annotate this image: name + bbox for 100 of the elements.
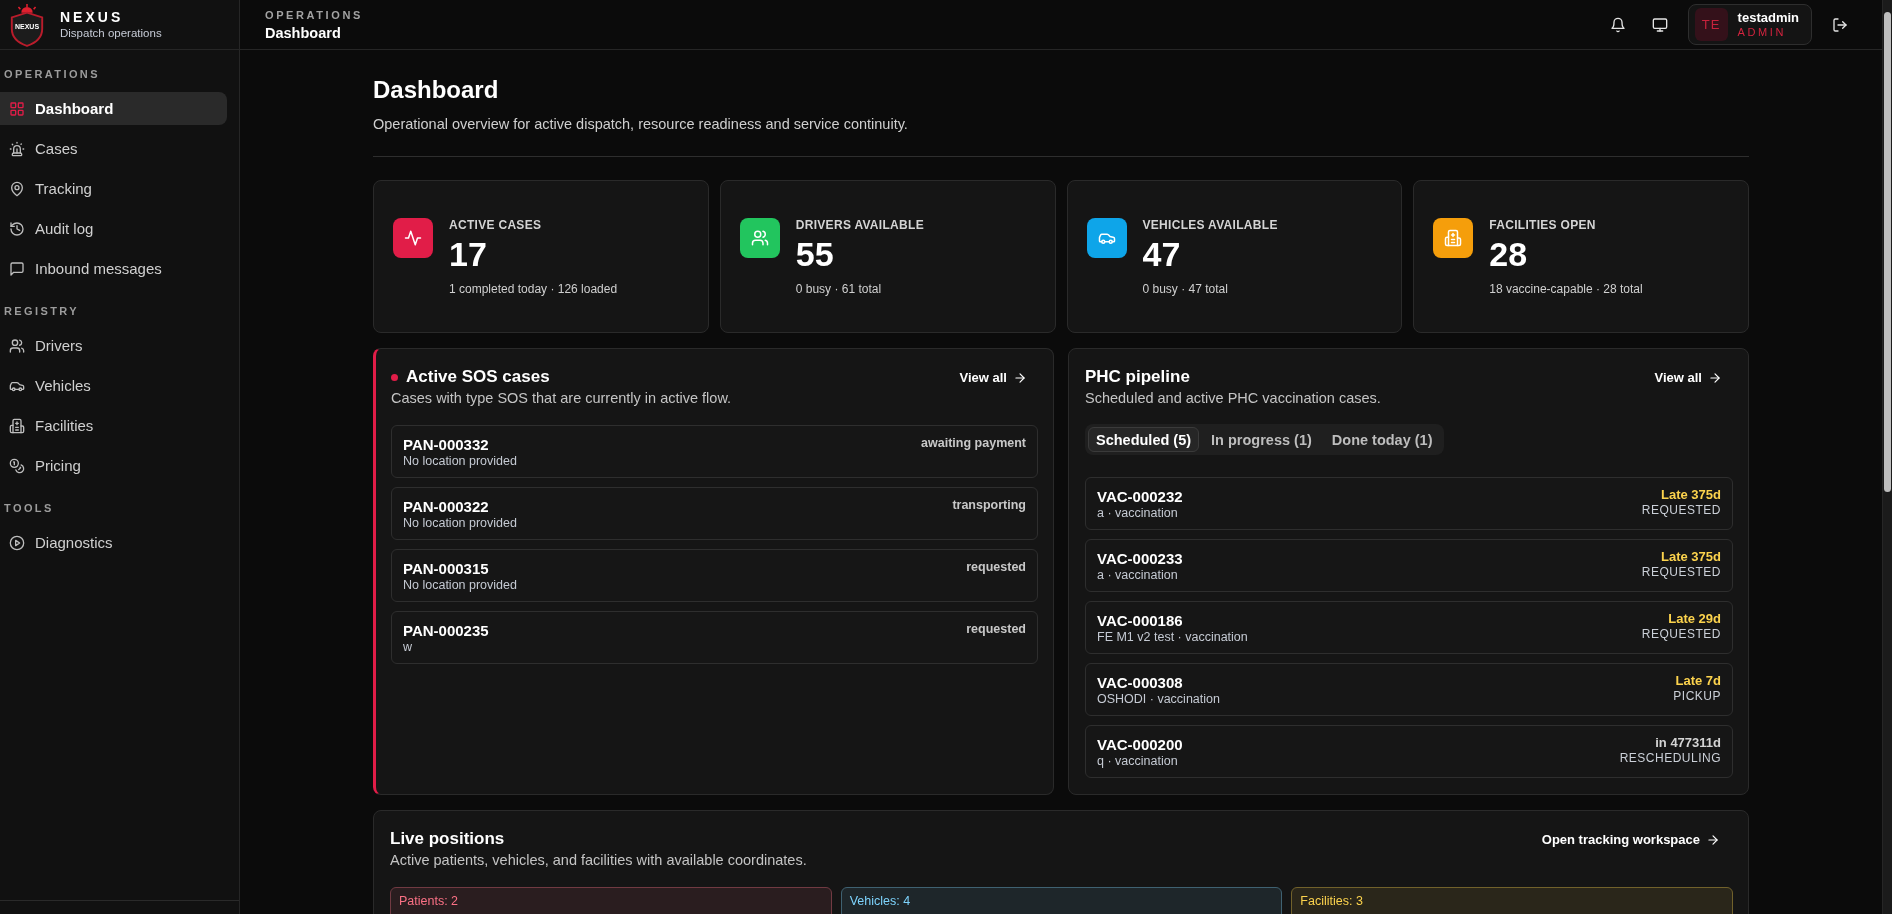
users-icon xyxy=(9,337,25,354)
case-status: requested xyxy=(966,559,1026,575)
case-id: PAN-000332 xyxy=(403,435,490,454)
case-location: No location provided xyxy=(403,516,517,531)
case-row[interactable]: PAN-000315 No location provided requested xyxy=(391,549,1038,602)
case-row[interactable]: PAN-000332 No location provided awaiting payment xyxy=(391,425,1038,478)
pipeline-tab[interactable]: Done today (1) xyxy=(1323,427,1441,452)
case-row[interactable]: PAN-000235 w requested xyxy=(391,611,1038,664)
panel-title: Live positions xyxy=(390,829,506,849)
pipeline-tab[interactable]: Scheduled (5) xyxy=(1088,427,1200,452)
siren-icon xyxy=(9,140,25,157)
pipeline-tab[interactable]: In progress (1) xyxy=(1203,427,1320,452)
sidebar-item[interactable]: Dashboard xyxy=(0,92,227,125)
vaccination-case-row[interactable]: VAC-000232 a · vaccination Late 375d REQUESTED xyxy=(1085,477,1733,530)
case-status: PICKUP xyxy=(1673,689,1721,704)
vaccination-case-row[interactable]: VAC-000186 FE M1 v2 test · vaccination Late 29d REQUESTED xyxy=(1085,601,1733,654)
case-id: PAN-000315 xyxy=(403,559,490,578)
stat-detail: 0 busy · 47 total xyxy=(1142,281,1229,296)
bell-icon xyxy=(1609,16,1626,33)
hospital-icon xyxy=(9,417,25,434)
user-role: ADMIN xyxy=(1737,25,1788,39)
case-id: VAC-000232 xyxy=(1097,487,1183,506)
case-status: REQUESTED xyxy=(1641,565,1721,580)
scrollbar[interactable] xyxy=(1882,0,1892,914)
case-location: No location provided xyxy=(403,578,517,593)
case-detail: a · vaccination xyxy=(1097,506,1179,521)
stat-detail: 0 busy · 61 total xyxy=(795,281,883,296)
sidebar-item[interactable]: Audit log xyxy=(0,212,227,245)
panel-title: PHC pipeline xyxy=(1085,367,1191,387)
arrow-right-icon xyxy=(1013,370,1027,385)
case-detail: OSHODI · vaccination xyxy=(1097,692,1220,707)
map-pin-icon xyxy=(9,180,25,197)
position-group-header: Vehicles: 4 xyxy=(840,887,1283,914)
panel-subtitle: Active patients, vehicles, and facilities with available coordinates. xyxy=(390,851,807,869)
case-id: PAN-000322 xyxy=(403,497,490,516)
play-circle-icon xyxy=(9,534,25,551)
sidebar-item[interactable]: Inbound messages xyxy=(0,252,227,285)
position-group-header: Patients: 2 xyxy=(390,887,832,914)
case-status: REQUESTED xyxy=(1641,503,1721,518)
page-subtitle: Operational overview for active dispatch, resource readiness and service continuity. xyxy=(373,116,909,133)
vaccination-case-row[interactable]: VAC-000233 a · vaccination Late 375d REQUESTED xyxy=(1085,539,1733,592)
due-time: Late 7d xyxy=(1675,673,1721,689)
sidebar-item[interactable]: Diagnostics xyxy=(0,526,227,559)
sidebar-item[interactable]: Cases xyxy=(0,132,227,165)
panel-subtitle: Scheduled and active PHC vaccination cases. xyxy=(1085,389,1381,407)
case-detail: q · vaccination xyxy=(1097,754,1179,769)
case-detail: a · vaccination xyxy=(1097,568,1179,583)
case-status: transporting xyxy=(952,497,1026,513)
logout-icon xyxy=(1832,16,1848,33)
header-page-title: Dashboard xyxy=(265,23,342,42)
case-status: REQUESTED xyxy=(1641,627,1721,642)
case-location: w xyxy=(403,640,414,655)
user-name: testadmin xyxy=(1737,10,1799,25)
nav-section-heading: OPERATIONS xyxy=(3,68,101,81)
sidebar-item[interactable]: Vehicles xyxy=(0,369,227,402)
user-menu-button[interactable]: TE testadmin ADMIN xyxy=(1687,4,1812,45)
case-status: RESCHEDULING xyxy=(1619,751,1721,766)
stat-value: 47 xyxy=(1142,234,1182,273)
panel-subtitle: Cases with type SOS that are currently in active flow. xyxy=(391,389,732,407)
sidebar-item[interactable]: Tracking xyxy=(0,172,227,205)
view-all-link[interactable]: View all xyxy=(959,370,1027,385)
history-icon xyxy=(9,220,25,237)
stat-label: FACILITIES OPEN xyxy=(1489,217,1597,232)
stat-detail: 1 completed today · 126 loaded xyxy=(449,281,618,296)
case-row[interactable]: PAN-000322 No location provided transporting xyxy=(391,487,1038,540)
grid-icon xyxy=(9,100,25,117)
stat-label: ACTIVE CASES xyxy=(449,217,543,232)
position-group-header: Facilities: 3 xyxy=(1291,887,1733,914)
case-id: VAC-000186 xyxy=(1097,611,1184,630)
stat-value: 28 xyxy=(1489,234,1529,273)
initials-avatar: TE xyxy=(1694,8,1728,41)
header-section-label: OPERATIONS xyxy=(265,7,363,22)
stat-value: 17 xyxy=(449,234,488,273)
panel-title: Active SOS cases xyxy=(406,367,550,387)
due-time: in 477311d xyxy=(1655,735,1721,751)
stat-label: DRIVERS AVAILABLE xyxy=(795,217,924,232)
sidebar-item[interactable]: Drivers xyxy=(0,329,227,362)
due-time: Late 29d xyxy=(1668,611,1721,627)
monitor-icon xyxy=(1651,16,1668,33)
case-detail: FE M1 v2 test · vaccination xyxy=(1097,630,1248,645)
nav-section-heading: REGISTRY xyxy=(3,305,81,318)
vaccination-case-row[interactable]: VAC-000308 OSHODI · vaccination Late 7d PICKUP xyxy=(1085,663,1733,716)
vaccination-case-row[interactable]: VAC-000200 q · vaccination in 477311d RESCHEDULING xyxy=(1085,725,1733,778)
case-id: VAC-000308 xyxy=(1097,673,1184,692)
coins-icon xyxy=(9,457,25,474)
brand-tagline: Dispatch operations xyxy=(60,26,162,40)
page-title: Dashboard xyxy=(373,76,500,104)
case-id: VAC-000200 xyxy=(1097,735,1183,754)
sidebar-item[interactable]: Facilities xyxy=(0,409,227,442)
brand-name: NEXUS xyxy=(60,9,125,26)
nav-section-heading: TOOLS xyxy=(3,502,55,515)
view-all-link[interactable]: View all xyxy=(1654,370,1722,385)
open-tracking-link[interactable]: Open tracking workspace xyxy=(1541,832,1720,847)
sidebar-item[interactable]: Pricing xyxy=(0,449,227,482)
status-dot-icon xyxy=(391,373,398,381)
case-status: awaiting payment xyxy=(921,435,1026,451)
due-time: Late 375d xyxy=(1661,487,1721,503)
stat-label: VEHICLES AVAILABLE xyxy=(1142,217,1278,232)
case-id: VAC-000233 xyxy=(1097,549,1183,568)
due-time: Late 375d xyxy=(1661,549,1721,565)
